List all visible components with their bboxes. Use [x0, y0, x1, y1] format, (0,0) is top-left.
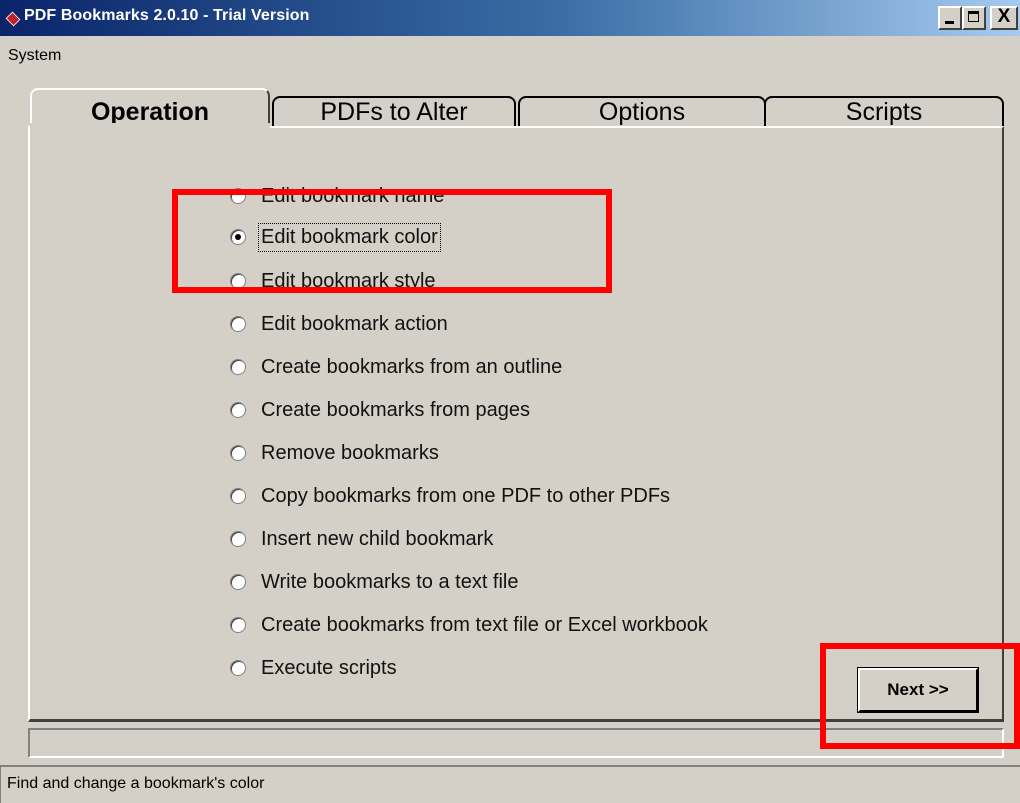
option-insert-child-bookmark[interactable]: Insert new child bookmark — [230, 524, 493, 554]
tab-scripts[interactable]: Scripts — [764, 96, 1004, 128]
option-label: Create bookmarks from an outline — [261, 355, 563, 378]
close-button[interactable]: X — [990, 6, 1018, 30]
title-bar: PDF Bookmarks 2.0.10 - Trial Version X — [0, 0, 1020, 36]
radio-button[interactable] — [230, 359, 246, 375]
option-label: Write bookmarks to a text file — [261, 570, 519, 593]
option-copy-bookmarks[interactable]: Copy bookmarks from one PDF to other PDF… — [230, 481, 670, 511]
option-create-from-text-or-excel[interactable]: Create bookmarks from text file or Excel… — [230, 610, 708, 640]
radio-button[interactable] — [230, 617, 246, 633]
minimize-icon — [945, 21, 954, 24]
option-create-from-pages[interactable]: Create bookmarks from pages — [230, 395, 530, 425]
active-tab-join — [30, 123, 270, 129]
minimize-button[interactable] — [938, 6, 962, 30]
maximize-button[interactable] — [962, 6, 986, 30]
radio-button[interactable] — [230, 316, 246, 332]
radio-button[interactable] — [230, 531, 246, 547]
option-remove-bookmarks[interactable]: Remove bookmarks — [230, 438, 439, 468]
option-label: Remove bookmarks — [261, 441, 439, 464]
status-text: Find and change a bookmark's color — [7, 775, 265, 792]
status-bar: Find and change a bookmark's color — [0, 765, 1020, 803]
tab-operation[interactable]: Operation — [30, 88, 270, 128]
option-create-from-outline[interactable]: Create bookmarks from an outline — [230, 352, 562, 382]
option-execute-scripts[interactable]: Execute scripts — [230, 653, 397, 683]
option-label: Execute scripts — [261, 656, 397, 679]
option-label: Create bookmarks from text file or Excel… — [261, 613, 708, 636]
radio-button[interactable] — [230, 660, 246, 676]
highlight-box-selected-option — [172, 189, 612, 293]
radio-button[interactable] — [230, 445, 246, 461]
option-label: Edit bookmark action — [261, 312, 448, 335]
option-label: Copy bookmarks from one PDF to other PDF… — [261, 484, 671, 507]
menu-system[interactable]: System — [8, 47, 61, 65]
tab-pdfs-to-alter[interactable]: PDFs to Alter — [272, 96, 516, 128]
radio-button[interactable] — [230, 402, 246, 418]
option-write-to-text-file[interactable]: Write bookmarks to a text file — [230, 567, 519, 597]
close-icon: X — [997, 6, 1011, 27]
tab-options[interactable]: Options — [518, 96, 766, 128]
maximize-icon — [968, 11, 979, 22]
menu-bar: System — [0, 36, 1020, 76]
option-label: Create bookmarks from pages — [261, 398, 531, 421]
radio-button[interactable] — [230, 574, 246, 590]
option-label: Insert new child bookmark — [261, 527, 494, 550]
option-edit-bookmark-action[interactable]: Edit bookmark action — [230, 309, 448, 339]
window-title: PDF Bookmarks 2.0.10 - Trial Version — [24, 7, 310, 24]
app-logo-icon — [5, 11, 21, 27]
highlight-box-next-button — [820, 643, 1020, 749]
radio-button[interactable] — [230, 488, 246, 504]
